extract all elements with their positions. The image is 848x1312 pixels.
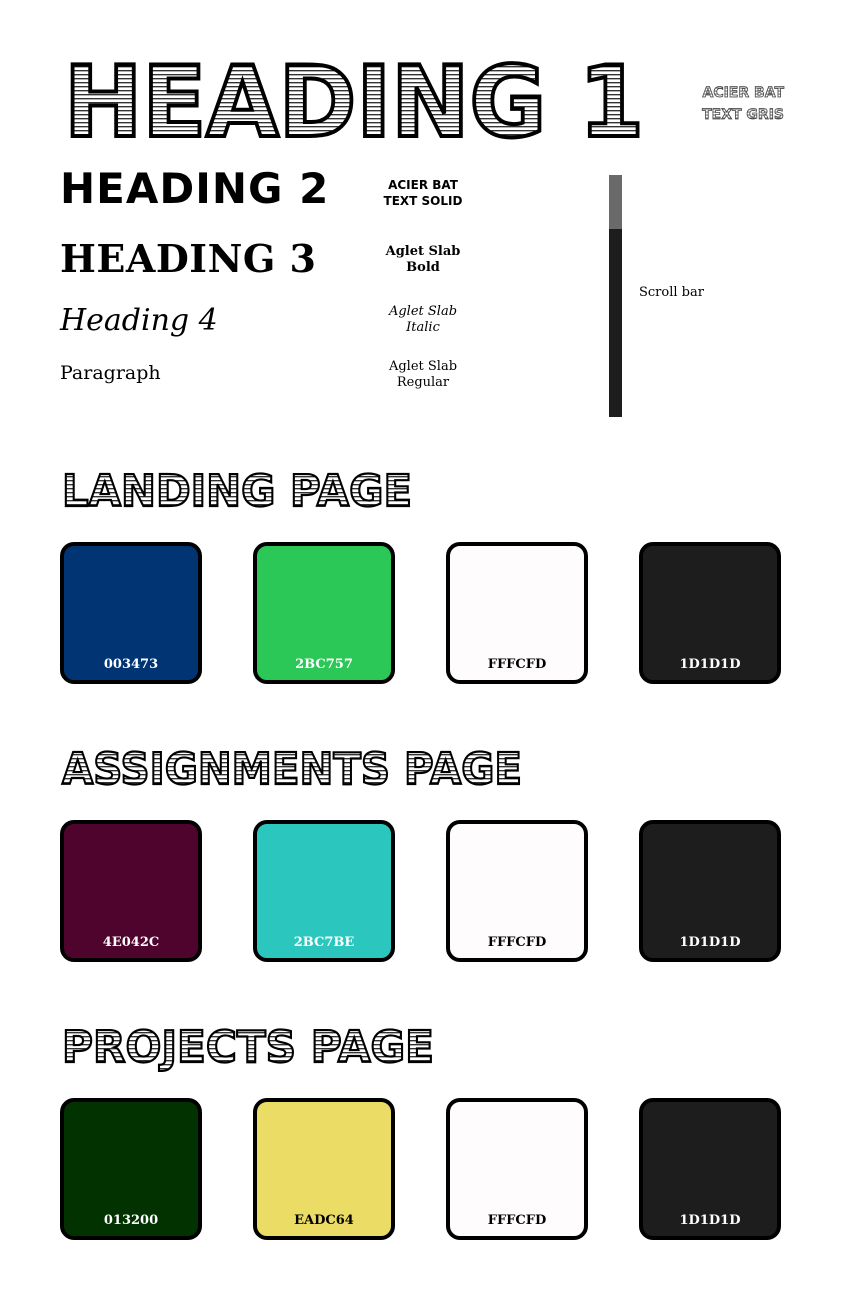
font-label-aglet-bold: Aglet Slab Bold [372, 244, 474, 276]
font-label-acier-gris: ACIER BAT TEXT GRIS [702, 85, 785, 124]
section-title-landing: LANDING PAGE [61, 466, 413, 516]
swatch-row-assignments: 4E042C 2BC7BE FFFCFD 1D1D1D [0, 820, 848, 970]
section-title-assignments: ASSIGNMENTS PAGE [61, 744, 523, 794]
svg-text:PROJECTS PAGE: PROJECTS PAGE [62, 1022, 434, 1072]
swatch-code: 2BC7BE [293, 935, 355, 950]
heading-4: Heading 4 [60, 303, 218, 338]
color-swatch[interactable]: 1D1D1D [639, 820, 781, 962]
font-label-line: Aglet Slab [388, 359, 458, 374]
font-label-acier-solid: ACIER BAT TEXT SOLID [372, 177, 474, 209]
font-label-aglet-italic: Aglet Slab Italic [372, 304, 474, 336]
svg-text:LANDING PAGE: LANDING PAGE [62, 466, 412, 516]
color-swatch[interactable]: 2BC757 [253, 542, 395, 684]
color-swatch[interactable]: 1D1D1D [639, 1098, 781, 1240]
font-label-aglet-regular: Aglet Slab Regular [372, 359, 474, 391]
swatch-code: 2BC757 [295, 657, 353, 672]
swatch-code: 4E042C [102, 935, 160, 950]
color-swatch[interactable]: EADC64 [253, 1098, 395, 1240]
color-swatch[interactable]: 1D1D1D [639, 542, 781, 684]
color-swatch[interactable]: 2BC7BE [253, 820, 395, 962]
font-label-line: Aglet Slab [388, 304, 458, 319]
swatch-code: 1D1D1D [679, 1213, 741, 1228]
font-label-line: ACIER BAT [388, 178, 458, 192]
swatch-row-projects: 013200 EADC64 FFFCFD 1D1D1D [0, 1098, 848, 1248]
paragraph-sample: Paragraph [60, 362, 161, 384]
color-swatch[interactable]: 003473 [60, 542, 202, 684]
color-swatch[interactable]: FFFCFD [446, 1098, 588, 1240]
color-swatch[interactable]: 013200 [60, 1098, 202, 1240]
scrollbar-thumb[interactable] [609, 175, 622, 229]
swatch-code: FFFCFD [487, 935, 547, 950]
heading-1: HEADING 1 [62, 48, 646, 148]
color-swatch[interactable]: FFFCFD [446, 820, 588, 962]
scrollbar-sample[interactable] [609, 175, 622, 417]
font-label-line: Aglet Slab [385, 244, 461, 259]
svg-text:ACIER BAT: ACIER BAT [702, 85, 784, 101]
swatch-row-landing: 003473 2BC757 FFFCFD 1D1D1D [0, 542, 848, 692]
font-label-line: TEXT SOLID [383, 194, 463, 208]
font-label-line: Italic [406, 320, 440, 335]
svg-text:TEXT GRIS: TEXT GRIS [702, 107, 784, 123]
swatch-code: EADC64 [294, 1213, 354, 1228]
swatch-code: 1D1D1D [679, 935, 741, 950]
swatch-code: FFFCFD [487, 657, 547, 672]
svg-text:ASSIGNMENTS PAGE: ASSIGNMENTS PAGE [62, 744, 522, 794]
scrollbar-label: Scroll bar [639, 285, 704, 300]
section-title-projects: PROJECTS PAGE [61, 1022, 435, 1072]
font-label-line: Bold [406, 260, 440, 275]
swatch-code: 013200 [103, 1213, 159, 1228]
font-label-line: Regular [396, 375, 450, 390]
swatch-code: FFFCFD [487, 1213, 547, 1228]
color-swatch[interactable]: 4E042C [60, 820, 202, 962]
swatch-code: 1D1D1D [679, 657, 741, 672]
color-swatch[interactable]: FFFCFD [446, 542, 588, 684]
swatch-code: 003473 [103, 657, 159, 672]
svg-text:HEADING 1: HEADING 1 [64, 48, 644, 148]
heading-3: HEADING 3 [60, 236, 317, 281]
heading-2: HEADING 2 [60, 164, 330, 213]
